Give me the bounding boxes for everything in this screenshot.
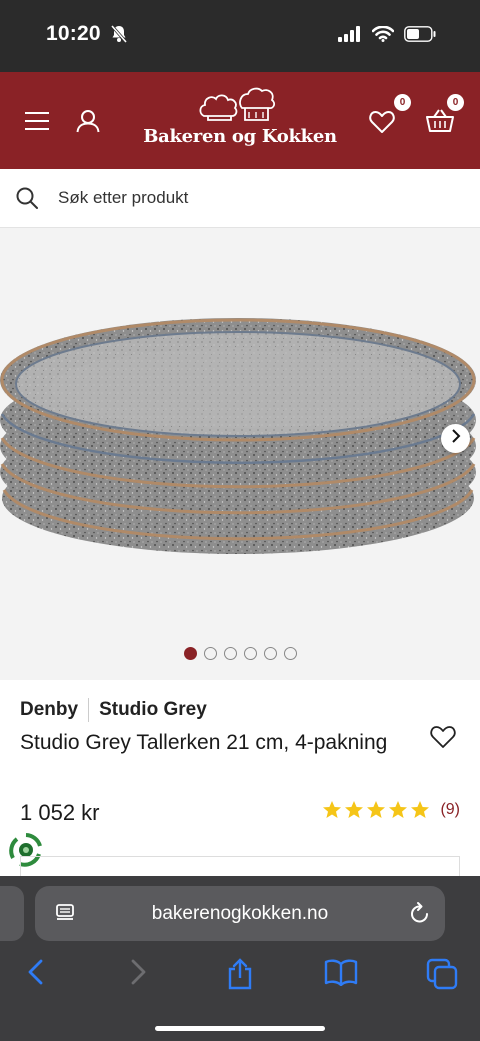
status-bar: 10:20 bbox=[0, 0, 480, 72]
cart-basket-icon[interactable] bbox=[426, 109, 454, 138]
search-bar[interactable]: Søk etter produkt bbox=[0, 169, 480, 228]
rating-stars bbox=[322, 800, 430, 820]
forward-arrow-icon[interactable] bbox=[130, 958, 148, 991]
search-input[interactable]: Søk etter produkt bbox=[58, 188, 188, 208]
wishlist-count-badge: 0 bbox=[394, 94, 411, 111]
share-icon[interactable] bbox=[226, 958, 254, 995]
home-indicator bbox=[155, 1026, 325, 1031]
browser-chrome: bakerenogkokken.no bbox=[0, 876, 480, 1041]
battery-icon bbox=[404, 26, 436, 47]
product-series[interactable]: Studio Grey bbox=[99, 699, 207, 721]
back-arrow-icon[interactable] bbox=[26, 958, 44, 991]
brand-separator bbox=[88, 698, 90, 722]
address-bar[interactable]: bakerenogkokken.no bbox=[35, 886, 445, 941]
account-icon[interactable] bbox=[76, 109, 100, 138]
wifi-icon bbox=[371, 25, 395, 47]
tabs-icon[interactable] bbox=[426, 958, 458, 995]
product-title: Studio Grey Tallerken 21 cm, 4-pakning bbox=[20, 731, 388, 754]
gallery-pagination bbox=[0, 647, 480, 660]
star-icon bbox=[345, 801, 364, 818]
browser-toolbar bbox=[0, 958, 480, 998]
silent-mode-icon bbox=[110, 24, 128, 49]
product-image-plates bbox=[0, 318, 476, 554]
star-icon bbox=[389, 801, 408, 818]
add-to-wishlist-heart-icon[interactable] bbox=[430, 725, 456, 754]
star-icon bbox=[323, 801, 342, 818]
site-header: Bakeren og Kokken 0 0 bbox=[0, 72, 480, 169]
product-price: 1 052 kr bbox=[20, 800, 100, 825]
search-icon bbox=[16, 187, 38, 214]
logo-text: Bakeren og Kokken bbox=[143, 126, 337, 147]
gallery-dot[interactable] bbox=[203, 647, 217, 660]
bookmarks-book-icon[interactable] bbox=[324, 958, 358, 991]
review-count[interactable]: (9) bbox=[440, 801, 460, 819]
star-icon bbox=[411, 801, 430, 818]
previous-tab-preview[interactable] bbox=[0, 886, 24, 941]
gallery-dot[interactable] bbox=[263, 647, 277, 660]
product-rating[interactable]: (9) bbox=[322, 800, 460, 820]
chef-hat-icon bbox=[199, 87, 276, 121]
url-text: bakerenogkokken.no bbox=[151, 903, 329, 924]
reload-icon[interactable] bbox=[409, 901, 431, 930]
chevron-right-icon bbox=[451, 429, 461, 448]
gallery-next-button[interactable] bbox=[441, 424, 470, 453]
star-icon bbox=[367, 801, 386, 818]
gallery-dot[interactable] bbox=[183, 647, 197, 660]
status-time: 10:20 bbox=[46, 22, 101, 45]
gallery-dot[interactable] bbox=[283, 647, 297, 660]
gallery-dot[interactable] bbox=[223, 647, 237, 660]
product-image-gallery[interactable] bbox=[0, 228, 480, 680]
product-brand[interactable]: Denby bbox=[20, 699, 78, 721]
gallery-dot[interactable] bbox=[243, 647, 257, 660]
wishlist-heart-icon[interactable] bbox=[369, 110, 395, 139]
cellular-signal-icon bbox=[338, 26, 362, 47]
menu-icon[interactable] bbox=[24, 111, 50, 136]
cart-count-badge: 0 bbox=[447, 94, 464, 111]
site-logo[interactable]: Bakeren og Kokken bbox=[140, 86, 340, 156]
product-brand-line: Denby Studio Grey bbox=[20, 698, 207, 722]
